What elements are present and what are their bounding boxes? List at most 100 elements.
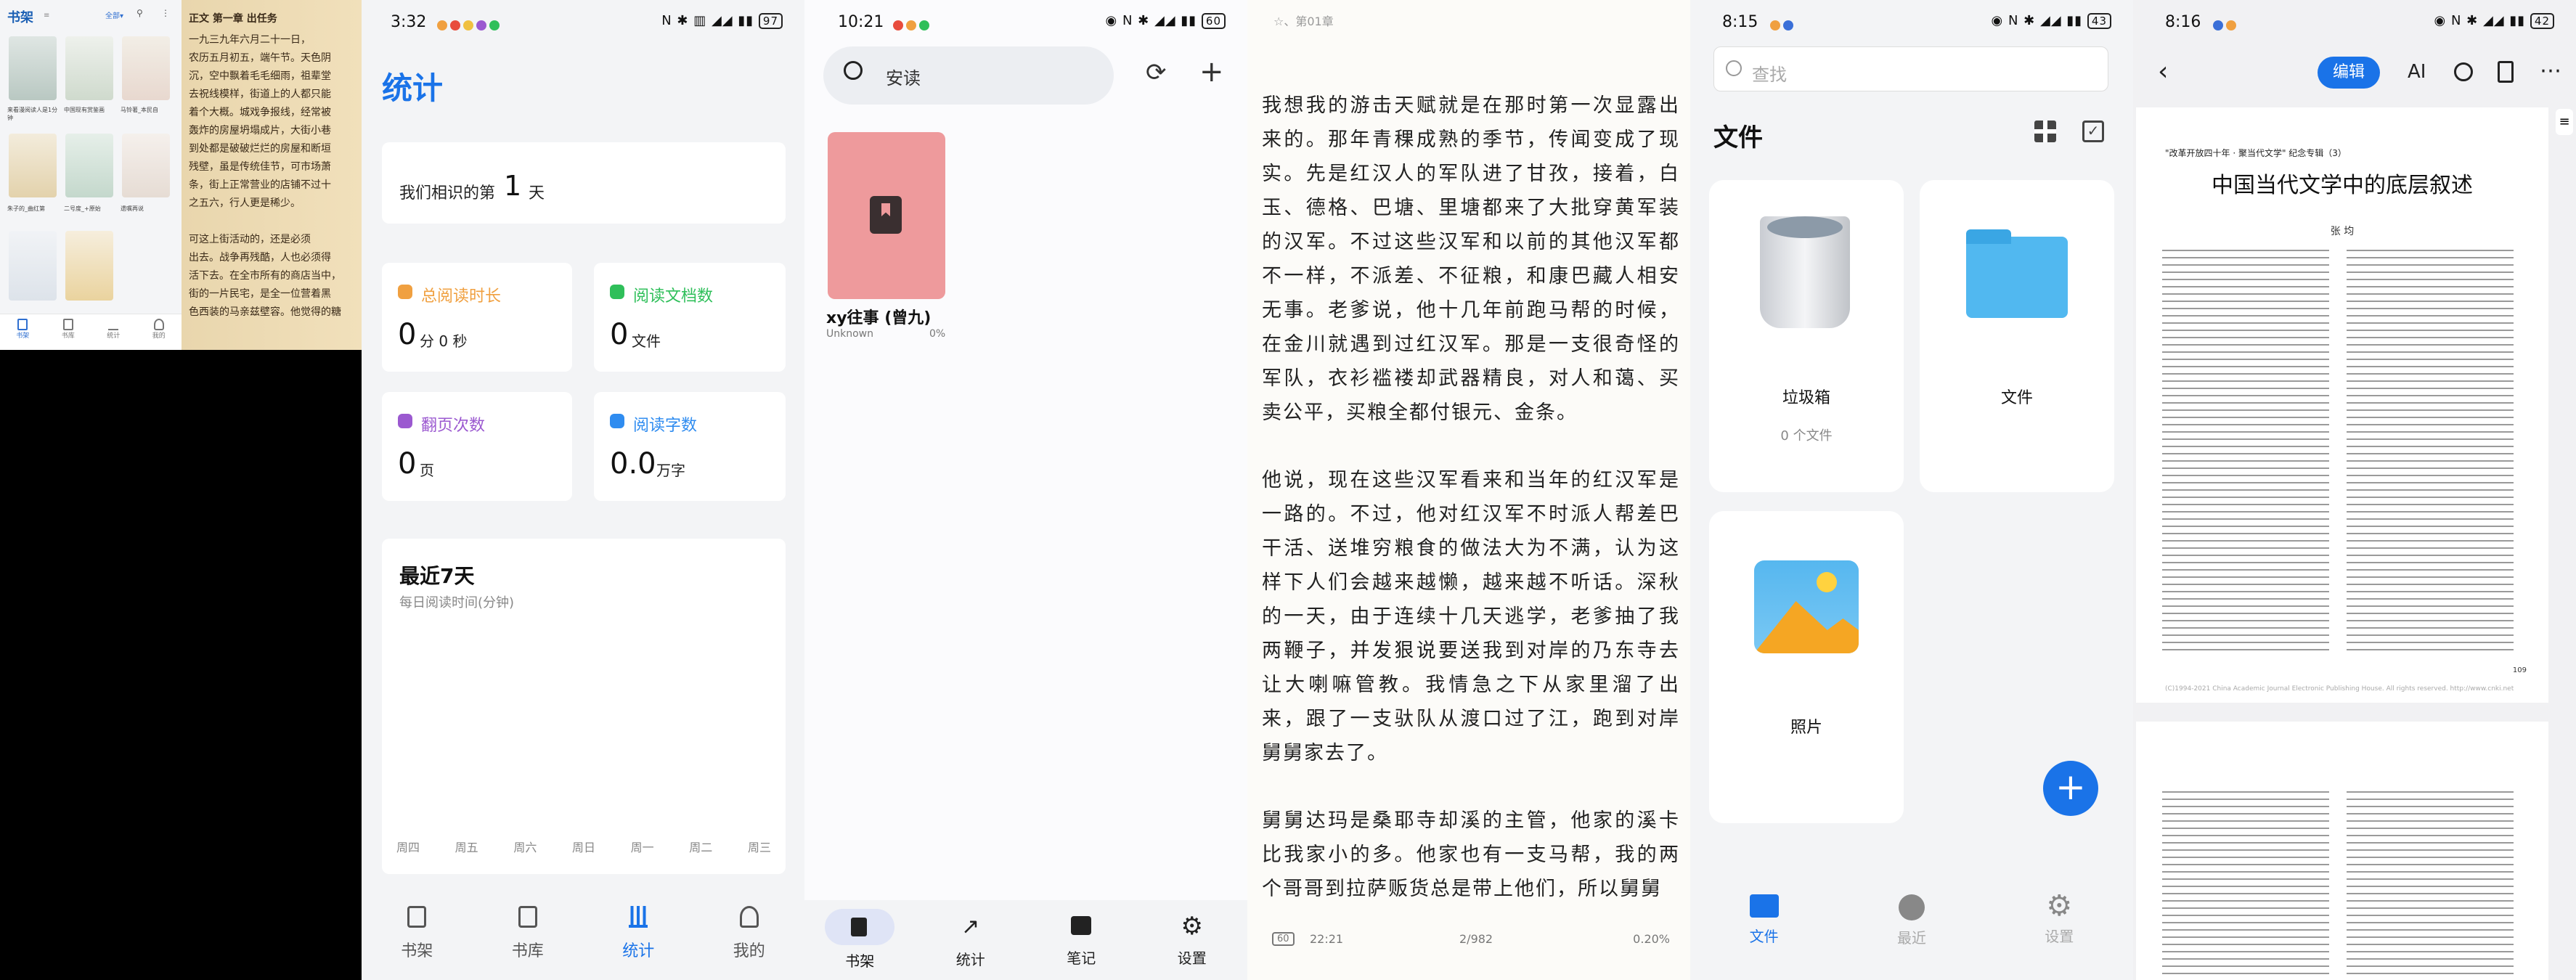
bottom-nav: 书架 书库 统计 我的	[362, 886, 804, 980]
back-icon[interactable]: ‹	[2158, 57, 2168, 86]
book-cover[interactable]	[9, 36, 57, 100]
tab-stats[interactable]: 统计	[583, 886, 694, 980]
tab-recent[interactable]: 最近	[1838, 867, 1985, 980]
folder-icon	[1749, 894, 1779, 918]
trend-icon: ↗	[961, 914, 980, 939]
tab-shelf[interactable]: 书架	[0, 314, 46, 350]
chapter-header: ☆、第01章	[1273, 15, 1334, 28]
status-bar: 10:21 ◉ N ✱ ◢◢ ▮▮ 60	[804, 0, 1247, 44]
chart-icon	[108, 319, 119, 330]
more-icon[interactable]: ⋯	[2540, 58, 2561, 83]
book-cover[interactable]	[65, 231, 113, 301]
book-cover[interactable]	[9, 231, 57, 301]
search-box[interactable]: 查找	[1713, 46, 2108, 91]
pdf-page: "改革开放四十年 · 聚当代文学" 纪念专辑（3） 中国当代文学中的底层叙述 张…	[2136, 107, 2548, 703]
filter-label: 全部	[105, 12, 120, 20]
tab-label: 最近	[1896, 929, 1926, 947]
book-icon	[407, 906, 427, 928]
text-column-left	[2162, 788, 2329, 980]
clock: 8:15	[1722, 13, 1758, 31]
tab-shelf[interactable]: 书架	[362, 886, 473, 980]
library-icon	[518, 906, 537, 928]
book-cover[interactable]	[122, 36, 170, 100]
more-icon[interactable]: ⋮	[161, 8, 170, 18]
page-indicator: 2/982	[1459, 932, 1493, 946]
status-bar: 8:16 ◉ N ✱ ◢◢ ▮▮ 42	[2133, 0, 2576, 44]
sync-icon[interactable]: ⟳	[1146, 58, 1167, 87]
doc-author: 张 均	[2330, 226, 2355, 237]
status-icons: ◉ N ✱ ◢◢ ▮▮ 42	[2434, 13, 2554, 29]
tab-notes[interactable]: 笔记	[1026, 900, 1137, 980]
stat-card-page-turns: 翻页次数 0 页	[382, 392, 572, 501]
weekday-label: 周五	[455, 841, 478, 854]
tab-label: 书架	[16, 332, 30, 340]
text-line: 到处都是破破烂烂的房屋和断垣	[189, 143, 331, 155]
bottom-nav: 文件 最近 ⚙ 设置	[1690, 867, 2133, 980]
reader-mini-text: 正文 第一章 出任务 一九三九年六月二十一日， 农历五月初五，端午节。天色阴 沉，空中…	[189, 10, 356, 322]
book-progress: 0%	[929, 328, 946, 340]
tab-label: 统计	[955, 951, 985, 968]
status-icons: ◉ N ✱ ◢◢ ▮▮ 60	[1106, 13, 1226, 29]
book-label: 中国现有赏鉴画	[64, 107, 105, 113]
text-line: 活下去。在全市所有的商店当中，	[189, 270, 341, 282]
tab-me[interactable]: 我的	[136, 314, 182, 350]
edit-button[interactable]: 编辑	[2318, 57, 2380, 89]
shelf-title: 书架	[7, 10, 33, 25]
shelf-title-indicator: ≡	[44, 12, 50, 20]
search-icon[interactable]: ⚲	[136, 8, 143, 18]
folder-files[interactable]: 文件	[1920, 180, 2114, 492]
folder-tab	[1966, 229, 2011, 244]
page-title: 文件	[1713, 123, 1763, 152]
tab-stats[interactable]: 统计	[91, 314, 136, 350]
panel-bookshelf-mini: 书架 ≡ 全部▾ ⚲ ⋮ 来看漫阅读人是1分钟 中国现有赏鉴画 马铃著_本民自 …	[0, 0, 182, 350]
clock: 3:32	[391, 13, 427, 31]
book-cover[interactable]	[122, 134, 170, 197]
text-line: 一九三九年六月二十一日，	[189, 34, 311, 46]
folder-trash[interactable]: 垃圾箱 0 个文件	[1709, 180, 1904, 492]
text-line: 沉，空中飘着毛毛细雨，祖辈堂	[189, 70, 331, 82]
select-icon[interactable]: ✓	[2082, 121, 2104, 142]
paragraph: 舅舅达玛是桑耶寺却溪的主管，他家的溪卡比我家小的多。他家也有一支马帮，我的两个哥…	[1262, 809, 1680, 900]
folder-photos[interactable]: 照片	[1709, 511, 1904, 823]
recent-7-days-card: 最近7天 每日阅读时间(分钟) 周四 周五 周六 周日 周一 周二 周三	[382, 539, 786, 874]
battery: 43	[2087, 13, 2111, 29]
stat-value: 0	[398, 447, 417, 481]
book-cover[interactable]	[65, 134, 113, 197]
gear-icon: ⚙	[1181, 912, 1203, 941]
tab-library[interactable]: 书库	[46, 314, 91, 350]
tab-files[interactable]: 文件	[1690, 867, 1838, 980]
book-title: xy往事 (曾九)	[826, 309, 932, 327]
filter-dropdown[interactable]: 全部▾	[105, 9, 123, 20]
stat-unit: 万字	[656, 462, 685, 479]
tab-settings[interactable]: ⚙ 设置	[1137, 900, 1248, 980]
book-cover[interactable]	[9, 134, 57, 197]
book-cover[interactable]	[65, 36, 113, 100]
text-line: 着个大概。城戏争报线，经常被	[189, 107, 331, 118]
bookmark-icon[interactable]	[2498, 61, 2514, 83]
tab-stats[interactable]: ↗ 统计	[916, 900, 1027, 980]
tab-shelf[interactable]: 书架	[804, 900, 916, 980]
tab-me[interactable]: 我的	[694, 886, 805, 980]
page-title: 统计	[382, 70, 444, 106]
recent-title: 最近7天	[399, 564, 475, 588]
book-card[interactable]	[828, 132, 945, 299]
book-icon	[825, 909, 895, 945]
book-placeholder-icon	[870, 196, 902, 234]
folder-count: 0 个文件	[1780, 428, 1833, 444]
grid-view-icon[interactable]	[2034, 121, 2056, 142]
add-icon[interactable]: +	[1199, 55, 1224, 89]
add-button[interactable]: +	[2043, 761, 2098, 816]
progress-percent: 0.20%	[1633, 932, 1670, 946]
tab-settings[interactable]: ⚙ 设置	[1986, 867, 2133, 980]
bar-chart-icon	[629, 906, 648, 928]
tab-library[interactable]: 书库	[473, 886, 584, 980]
outline-toggle[interactable]: ≡	[2556, 109, 2573, 135]
status-icons: N ✱ ▥ ◢◢ ▮▮ 97	[661, 13, 783, 29]
ai-button[interactable]: AI	[2408, 61, 2426, 83]
stat-label: 阅读文档数	[633, 287, 714, 306]
search-box[interactable]: 安读	[823, 46, 1114, 105]
search-icon[interactable]	[2454, 62, 2473, 81]
stat-card-reading-time: 总阅读时长 0 分 0 秒	[382, 263, 572, 372]
paragraph: 他说，现在这些汉军看来和当年的红汉军是一路的。不过，他对红汉军不时派人帮差巴干活…	[1262, 469, 1680, 764]
notification-icons	[434, 16, 500, 34]
